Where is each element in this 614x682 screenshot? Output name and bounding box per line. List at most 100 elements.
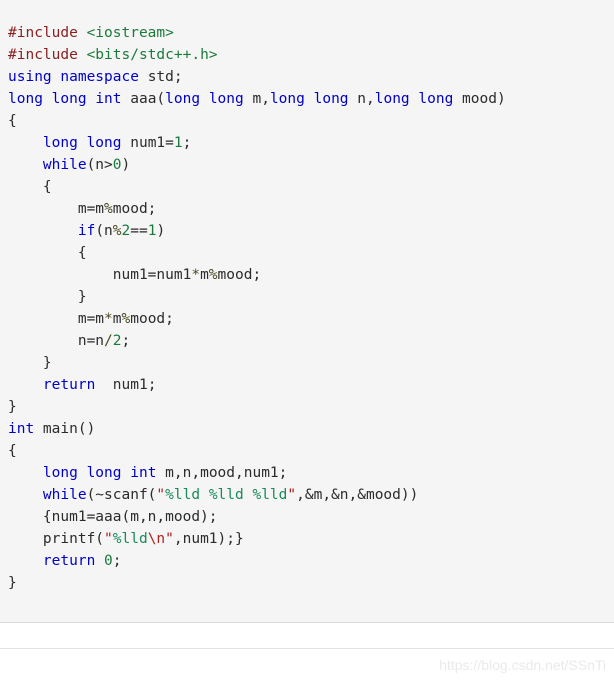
code-token-id: m,	[243, 91, 270, 107]
code-token-fmt: %lld	[112, 531, 148, 547]
code-block[interactable]: #include <iostream> #include <bits/stdc++…	[0, 0, 614, 622]
code-token-kw: long	[51, 91, 87, 107]
code-token-punct: }	[8, 355, 52, 371]
code-token-id	[122, 465, 131, 481]
code-token-kw: long	[86, 465, 122, 481]
code-token-id	[8, 157, 43, 173]
code-token-kw: if	[77, 223, 96, 239]
code-token-str: "	[165, 531, 174, 547]
code-token-fmt: %lld	[165, 487, 201, 503]
code-token-id	[8, 135, 43, 151]
code-token-id	[305, 91, 314, 107]
code-token-id: (n>	[86, 157, 113, 173]
code-token-id: mood;	[130, 311, 174, 327]
code-token-id: m	[200, 267, 209, 283]
code-token-kw: long	[86, 135, 122, 151]
code-token-id	[95, 553, 104, 569]
code-line: return num1;	[0, 374, 614, 396]
code-line: return 0;	[0, 550, 614, 572]
code-line: {	[0, 110, 614, 132]
code-token-kw: long	[313, 91, 349, 107]
code-token-id: std;	[138, 69, 183, 85]
code-line: using namespace std;	[0, 66, 614, 88]
code-token-id: {num1=aaa(m,n,mood);	[8, 509, 218, 525]
code-line: {	[0, 440, 614, 462]
code-token-id	[8, 553, 43, 569]
code-line: int main()	[0, 418, 614, 440]
code-token-id: n=n	[8, 333, 105, 349]
code-token-str: "	[287, 487, 297, 503]
code-token-num: 0	[112, 157, 122, 173]
code-line: n=n/2;	[0, 330, 614, 352]
code-token-id: )	[121, 157, 131, 173]
code-line: {num1=aaa(m,n,mood);	[0, 506, 614, 528]
code-token-kw: int	[8, 421, 35, 437]
code-token-kw: long	[208, 91, 244, 107]
code-line: }	[0, 572, 614, 594]
code-token-num: 2	[121, 223, 131, 239]
code-line: #include <bits/stdc++.h>	[0, 44, 614, 66]
code-token-id: printf(	[8, 531, 105, 547]
code-line: long long int m,n,mood,num1;	[0, 462, 614, 484]
code-token-op: *	[104, 311, 113, 327]
code-token-kw: return	[42, 377, 96, 393]
code-token-id: mood;	[217, 267, 262, 283]
code-token-id	[78, 25, 87, 41]
code-token-id: aaa(	[121, 91, 166, 107]
code-token-kw: long	[8, 91, 43, 107]
code-token-punct: {	[8, 245, 87, 261]
code-token-punct: }	[8, 289, 87, 305]
code-token-id: ;	[121, 333, 131, 349]
code-line: long long int aaa(long long m,long long …	[0, 88, 614, 110]
code-token-id	[78, 135, 87, 151]
code-token-op: %	[208, 267, 218, 283]
code-token-punct: }	[8, 575, 17, 591]
code-token-str: "	[156, 487, 166, 503]
code-line-list: #include <iostream> #include <bits/stdc++…	[0, 22, 614, 594]
code-token-kw: while	[42, 487, 87, 503]
code-token-pre: #include	[8, 25, 78, 41]
code-token-id	[8, 465, 43, 481]
code-token-kw: long	[42, 465, 78, 481]
code-token-id	[8, 487, 43, 503]
code-token-str	[200, 487, 209, 503]
code-token-id: ,&m,&n,&mood))	[296, 487, 419, 503]
code-line: }	[0, 352, 614, 374]
code-token-num: 0	[104, 553, 113, 569]
code-token-op: *	[191, 267, 201, 283]
code-token-punct: {	[8, 179, 52, 195]
code-token-op: %	[112, 223, 122, 239]
code-token-op: /	[104, 333, 113, 349]
code-token-id: m=m	[8, 311, 105, 327]
code-line: {	[0, 242, 614, 264]
code-line: {	[0, 176, 614, 198]
code-token-id: (~scanf(	[86, 487, 157, 503]
code-line: m=m*m%mood;	[0, 308, 614, 330]
code-token-id: ;	[182, 135, 192, 151]
code-block-footer-divider	[0, 622, 614, 649]
code-line: }	[0, 396, 614, 418]
code-token-id	[78, 47, 87, 63]
code-token-kw: int	[130, 465, 157, 481]
code-token-punct: {	[8, 113, 17, 129]
code-token-kw: long	[374, 91, 410, 107]
code-token-op: %	[121, 311, 131, 327]
code-token-id: mood;	[112, 201, 157, 217]
code-token-fmt: %lld	[208, 487, 244, 503]
code-token-id: num1=num1	[8, 267, 192, 283]
code-line: while(~scanf("%lld %lld %lld",&m,&n,&moo…	[0, 484, 614, 506]
code-token-kw: long	[165, 91, 201, 107]
code-token-kw: long	[418, 91, 454, 107]
code-token-punct: {	[8, 443, 17, 459]
code-line: printf("%lld\n",num1);}	[0, 528, 614, 550]
code-token-id: m=m	[8, 201, 105, 217]
code-token-fmt: %lld	[252, 487, 288, 503]
code-line: #include <iostream>	[0, 22, 614, 44]
code-line: if(n%2==1)	[0, 220, 614, 242]
code-token-id: )	[156, 223, 166, 239]
code-line: m=m%mood;	[0, 198, 614, 220]
code-token-id: main()	[34, 421, 96, 437]
code-token-kw: return	[42, 553, 96, 569]
code-token-punct: }	[8, 399, 17, 415]
code-token-id: m,n,mood,num1;	[156, 465, 288, 481]
